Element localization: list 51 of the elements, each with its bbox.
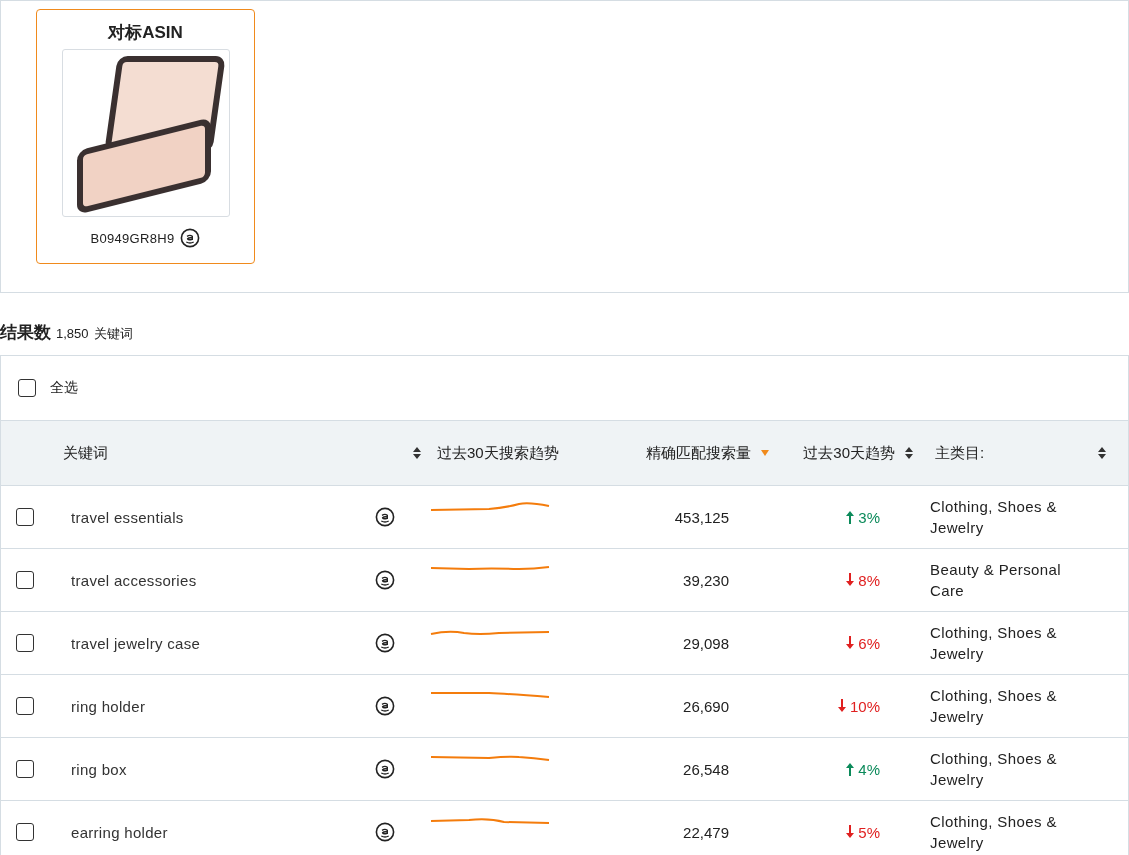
results-count: 1,850 <box>56 326 89 341</box>
keyword-text: travel accessories <box>71 571 197 589</box>
arrow-down-icon <box>845 636 856 650</box>
arrow-up-icon <box>845 510 856 524</box>
sort-icon[interactable] <box>413 447 421 459</box>
trend-value: 10% <box>836 697 880 715</box>
column-header[interactable]: 过去30天搜索趋势 <box>437 443 559 463</box>
row-checkbox[interactable] <box>16 508 34 526</box>
column-header[interactable]: 主类目: <box>935 443 985 463</box>
arrow-down-icon <box>845 825 856 839</box>
column-header[interactable]: 过去30天趋势 <box>803 443 895 463</box>
results-label: 结果数 <box>0 322 51 344</box>
sort-icon[interactable] <box>1098 447 1106 459</box>
select-all-checkbox[interactable] <box>18 379 36 397</box>
search-volume: 26,548 <box>683 760 729 778</box>
row-checkbox[interactable] <box>16 697 34 715</box>
trend-value: 3% <box>845 508 880 526</box>
column-header[interactable]: 精确匹配搜索量 <box>646 443 751 463</box>
arrow-up-icon <box>845 762 856 776</box>
trend-value: 4% <box>845 760 880 778</box>
trend-value: 6% <box>845 634 880 652</box>
arrow-down-icon <box>845 573 856 587</box>
keyword-text: ring holder <box>71 697 146 715</box>
search-volume: 22,479 <box>683 823 729 841</box>
results-unit: 关键词 <box>93 325 133 343</box>
category-text: Clothing, Shoes & Jewelry <box>930 497 1058 538</box>
search-volume: 26,690 <box>683 697 729 715</box>
row-checkbox[interactable] <box>16 634 34 652</box>
category-text: Beauty & Personal Care <box>930 560 1063 601</box>
asin-text: B0949GR8H9 <box>90 230 175 246</box>
keyword-text: ring box <box>71 760 127 778</box>
category-text: Clothing, Shoes & Jewelry <box>930 623 1058 664</box>
keyword-text: travel jewelry case <box>71 634 201 652</box>
keyword-text: earring holder <box>71 823 168 841</box>
search-volume: 29,098 <box>683 634 729 652</box>
column-header[interactable]: 关键词 <box>63 443 108 463</box>
row-checkbox[interactable] <box>16 571 34 589</box>
trend-value: 8% <box>845 571 880 589</box>
trend-value: 5% <box>845 823 880 841</box>
select-all-label: 全选 <box>50 379 78 397</box>
row-checkbox[interactable] <box>16 823 34 841</box>
category-text: Clothing, Shoes & Jewelry <box>930 749 1058 790</box>
category-text: Clothing, Shoes & Jewelry <box>930 812 1058 853</box>
category-text: Clothing, Shoes & Jewelry <box>930 686 1058 727</box>
search-volume: 39,230 <box>683 571 729 589</box>
card-title: 对标ASIN <box>108 22 183 44</box>
search-volume: 453,125 <box>674 508 729 526</box>
row-checkbox[interactable] <box>16 760 34 778</box>
keyword-text: travel essentials <box>71 508 184 526</box>
sort-icon[interactable] <box>905 447 913 459</box>
arrow-down-icon <box>836 699 847 713</box>
